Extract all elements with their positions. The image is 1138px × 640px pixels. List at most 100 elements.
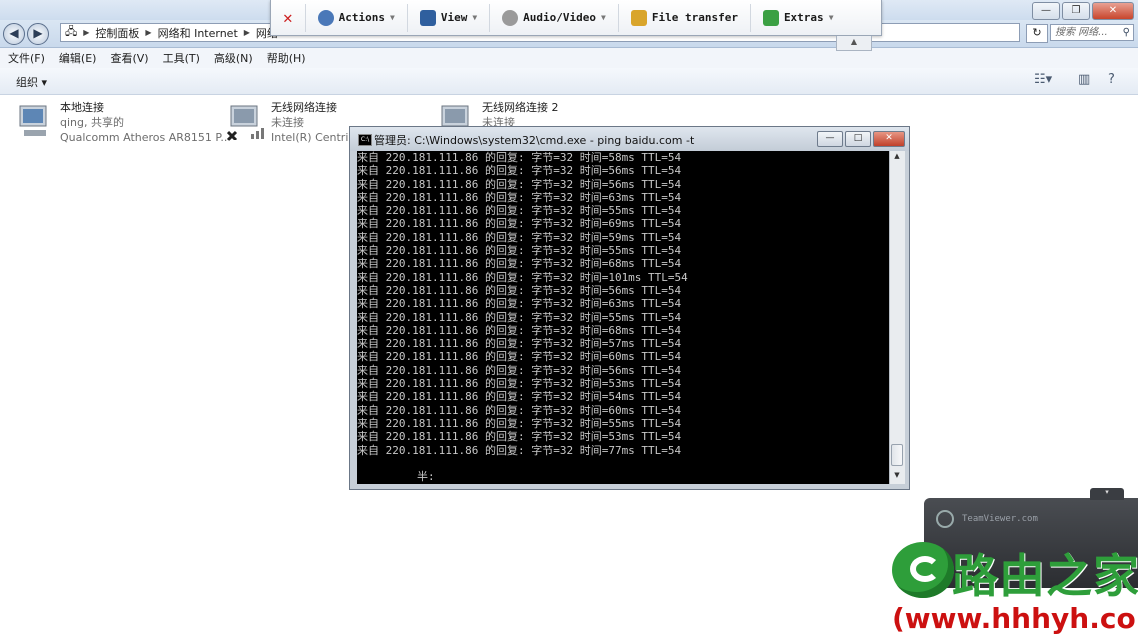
menu-edit[interactable]: 编辑(E) — [59, 50, 97, 66]
console-line: 来自 220.181.111.86 的回复: 字节=32 时间=54ms TTL… — [357, 390, 682, 404]
console-line: 来自 220.181.111.86 的回复: 字节=32 时间=56ms TTL… — [357, 283, 682, 297]
console-line: 来自 220.181.111.86 的回复: 字节=32 时间=68ms TTL… — [357, 323, 682, 337]
adapter-name: 本地连接 — [60, 101, 104, 114]
puzzle-icon — [762, 9, 779, 26]
close-icon: ✕ — [283, 8, 293, 27]
menu-tools[interactable]: 工具(T) — [163, 50, 200, 66]
cmd-minimize-button[interactable]: — — [817, 131, 843, 147]
menu-view[interactable]: 查看(V) — [110, 50, 148, 66]
maximize-button[interactable]: ❐ — [1062, 2, 1090, 20]
menu-bar: 文件(F) 编辑(E) 查看(V) 工具(T) 高级(N) 帮助(H) — [0, 48, 1138, 68]
refresh-icon: ↻ — [1032, 26, 1042, 39]
tv-file-transfer-label: File transfer — [651, 11, 738, 24]
folder-icon — [630, 9, 647, 26]
scroll-up-icon[interactable]: ▲ — [892, 152, 902, 164]
arrow-right-icon: ▶ — [33, 26, 43, 40]
wireless-adapter-icon — [227, 105, 264, 140]
adapter-local-connection[interactable]: 本地连接 qing, 共享的 Qualcomm Atheros AR8151 P… — [16, 100, 231, 146]
scroll-down-icon[interactable]: ▼ — [892, 471, 902, 483]
help-icon[interactable]: ? — [1108, 72, 1115, 87]
search-icon[interactable]: ⚲ — [1123, 25, 1130, 40]
console-line: 来自 220.181.111.86 的回复: 字节=32 时间=53ms TTL… — [357, 430, 682, 444]
chevron-down-icon: ▼ — [828, 13, 834, 22]
console-line: 来自 220.181.111.86 的回复: 字节=32 时间=56ms TTL… — [357, 164, 682, 178]
tv-view-label: View — [440, 11, 468, 24]
command-bar: 组织 ▾ ☷▾ ▥ ? — [0, 68, 1138, 95]
console-line: 来自 220.181.111.86 的回复: 字节=32 时间=63ms TTL… — [357, 190, 682, 204]
console-line: 来自 220.181.111.86 的回复: 字节=32 时间=57ms TTL… — [357, 337, 682, 351]
console-line: 来自 220.181.111.86 的回复: 字节=32 时间=68ms TTL… — [357, 257, 682, 271]
network-folder-icon: 🖧 — [65, 25, 78, 38]
tv-actions-label: Actions — [338, 11, 385, 24]
console-line: 来自 220.181.111.86 的回复: 字节=32 时间=55ms TTL… — [357, 204, 682, 218]
watermark-logo-icon — [892, 542, 954, 598]
panel-collapse-tab[interactable]: ▾ — [1090, 488, 1124, 500]
adapter-name: 无线网络连接 2 — [482, 101, 559, 114]
back-button[interactable]: ◀ — [3, 23, 25, 45]
console-line: 来自 220.181.111.86 的回复: 字节=32 时间=69ms TTL… — [357, 217, 682, 231]
cmd-title: 管理员: C:\Windows\system32\cmd.exe - ping … — [374, 134, 695, 147]
window-controls: — ❐ ✕ — [1032, 2, 1134, 20]
watermark-chinese: 路由之家 — [952, 549, 1138, 603]
console-line: 来自 220.181.111.86 的回复: 字节=32 时间=55ms TTL… — [357, 416, 682, 430]
arrow-left-icon: ◀ — [9, 26, 19, 40]
tv-file-transfer-button[interactable]: File transfer — [619, 3, 751, 32]
scroll-thumb[interactable] — [891, 444, 903, 466]
menu-file[interactable]: 文件(F) — [8, 50, 45, 66]
console-line: 来自 220.181.111.86 的回复: 字节=32 时间=56ms TTL… — [357, 363, 682, 377]
network-adapter-icon — [19, 105, 47, 136]
view-options-icon[interactable]: ☷▾ — [1034, 72, 1052, 87]
chevron-down-icon: ▼ — [601, 13, 606, 22]
cmd-icon: C:\ — [358, 134, 372, 146]
close-button[interactable]: ✕ — [1092, 2, 1134, 20]
search-input[interactable]: 搜索 网络... ⚲ — [1050, 24, 1134, 41]
preview-pane-icon[interactable]: ▥ — [1078, 72, 1090, 87]
watermark-url: (www.hhhyh.com) — [892, 602, 1138, 635]
teamviewer-close-button[interactable]: ✕ — [271, 3, 306, 32]
console-line: 来自 220.181.111.86 的回复: 字节=32 时间=60ms TTL… — [357, 350, 682, 364]
console-line: 来自 220.181.111.86 的回复: 字节=32 时间=101ms TT… — [357, 270, 688, 284]
chevron-right-icon: ▶ — [145, 28, 152, 37]
teamviewer-logo-icon — [936, 510, 954, 528]
cmd-close-button[interactable]: ✕ — [873, 131, 905, 147]
cmd-titlebar[interactable]: C:\ 管理员: C:\Windows\system32\cmd.exe - p… — [350, 127, 909, 151]
console-line: 来自 220.181.111.86 的回复: 字节=32 时间=53ms TTL… — [357, 377, 682, 391]
tv-audio-video-menu[interactable]: Audio/Video ▼ — [490, 3, 619, 32]
ime-status: 半: — [417, 470, 435, 483]
console-line: 来自 220.181.111.86 的回复: 字节=32 时间=77ms TTL… — [357, 443, 682, 457]
tv-view-menu[interactable]: View ▼ — [408, 3, 491, 32]
tv-audio-video-label: Audio/Video — [523, 11, 597, 24]
menu-advanced[interactable]: 高级(N) — [214, 50, 253, 66]
cmd-vertical-scrollbar[interactable]: ▲ ▼ — [889, 151, 905, 484]
minimize-button[interactable]: — — [1032, 2, 1060, 20]
gear-icon — [317, 9, 334, 26]
cmd-maximize-button[interactable]: □ — [845, 131, 871, 147]
teamviewer-toolbar: ✕ Actions ▼ View ▼ Audio/Video ▼ File tr… — [270, 0, 882, 36]
console-line: 来自 220.181.111.86 的回复: 字节=32 时间=58ms TTL… — [357, 151, 682, 164]
chevron-down-icon: ▼ — [390, 13, 395, 22]
console-line: 来自 220.181.111.86 的回复: 字节=32 时间=63ms TTL… — [357, 297, 682, 311]
console-line: 来自 220.181.111.86 的回复: 字节=32 时间=59ms TTL… — [357, 230, 682, 244]
tv-actions-menu[interactable]: Actions ▼ — [306, 3, 408, 32]
watermark: 路由之家 (www.hhhyh.com) — [888, 540, 1138, 640]
chevron-up-icon: ▲ — [850, 37, 858, 46]
console-line: 来自 220.181.111.86 的回复: 字节=32 时间=55ms TTL… — [357, 244, 682, 258]
organize-button[interactable]: 组织 ▾ — [16, 74, 47, 90]
refresh-button[interactable]: ↻ — [1026, 24, 1048, 43]
console-line: 来自 220.181.111.86 的回复: 字节=32 时间=56ms TTL… — [357, 177, 682, 191]
breadcrumb-network-internet[interactable]: 网络和 Internet — [158, 25, 238, 41]
adapter-device: Qualcomm Atheros AR8151 P... — [60, 131, 231, 144]
console-output[interactable]: 来自 220.181.111.86 的回复: 字节=32 时间=58ms TTL… — [357, 151, 889, 484]
chevron-right-icon: ▶ — [83, 28, 90, 37]
forward-button[interactable]: ▶ — [27, 23, 49, 45]
console-line: 来自 220.181.111.86 的回复: 字节=32 时间=55ms TTL… — [357, 310, 682, 324]
menu-help[interactable]: 帮助(H) — [267, 50, 306, 66]
breadcrumb-control-panel[interactable]: 控制面板 — [95, 25, 139, 41]
adapter-name: 无线网络连接 — [271, 101, 337, 114]
cmd-window: C:\ 管理员: C:\Windows\system32\cmd.exe - p… — [349, 126, 910, 490]
cmd-window-controls: — □ ✕ — [817, 131, 905, 147]
tv-extras-menu[interactable]: Extras ▼ — [751, 4, 846, 32]
tv-extras-label: Extras — [783, 11, 824, 24]
toolbar-collapse-button[interactable]: ▲ — [836, 36, 872, 51]
chevron-right-icon: ▶ — [243, 28, 250, 37]
